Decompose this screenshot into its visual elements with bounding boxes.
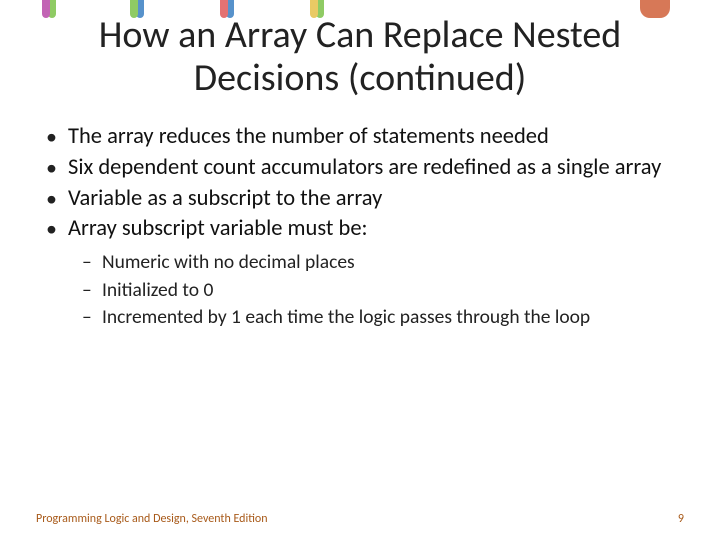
list-item: Incremented by 1 each time the logic pas… [82,305,684,330]
list-item: The array reduces the number of statemen… [46,123,684,152]
bullet-text: Variable as a subscript to the array [68,185,382,212]
list-item: Initialized to 0 [82,278,684,303]
list-item: Array subscript variable must be: Numeri… [46,215,684,330]
list-item: Numeric with no decimal places [82,250,684,275]
bullet-list: The array reduces the number of statemen… [46,123,684,330]
slide: How an Array Can Replace Nested Decision… [0,0,720,540]
slide-title: How an Array Can Replace Nested Decision… [50,14,670,99]
slide-number: 9 [678,512,684,526]
list-item: Variable as a subscript to the array [46,185,684,214]
bullet-text: Array subscript variable must be: [68,215,368,242]
bullet-text: The array reduces the number of statemen… [68,123,549,150]
footer-source: Programming Logic and Design, Seventh Ed… [36,512,268,526]
bullet-text: Initialized to 0 [102,278,213,302]
slide-content: The array reduces the number of statemen… [36,123,684,330]
slide-footer: Programming Logic and Design, Seventh Ed… [36,512,684,526]
bullet-text: Incremented by 1 each time the logic pas… [102,305,590,329]
bullet-text: Six dependent count accumulators are red… [68,154,661,181]
bullet-text: Numeric with no decimal places [102,250,355,274]
list-item: Six dependent count accumulators are red… [46,154,684,183]
sub-bullet-list: Numeric with no decimal places Initializ… [68,250,684,330]
